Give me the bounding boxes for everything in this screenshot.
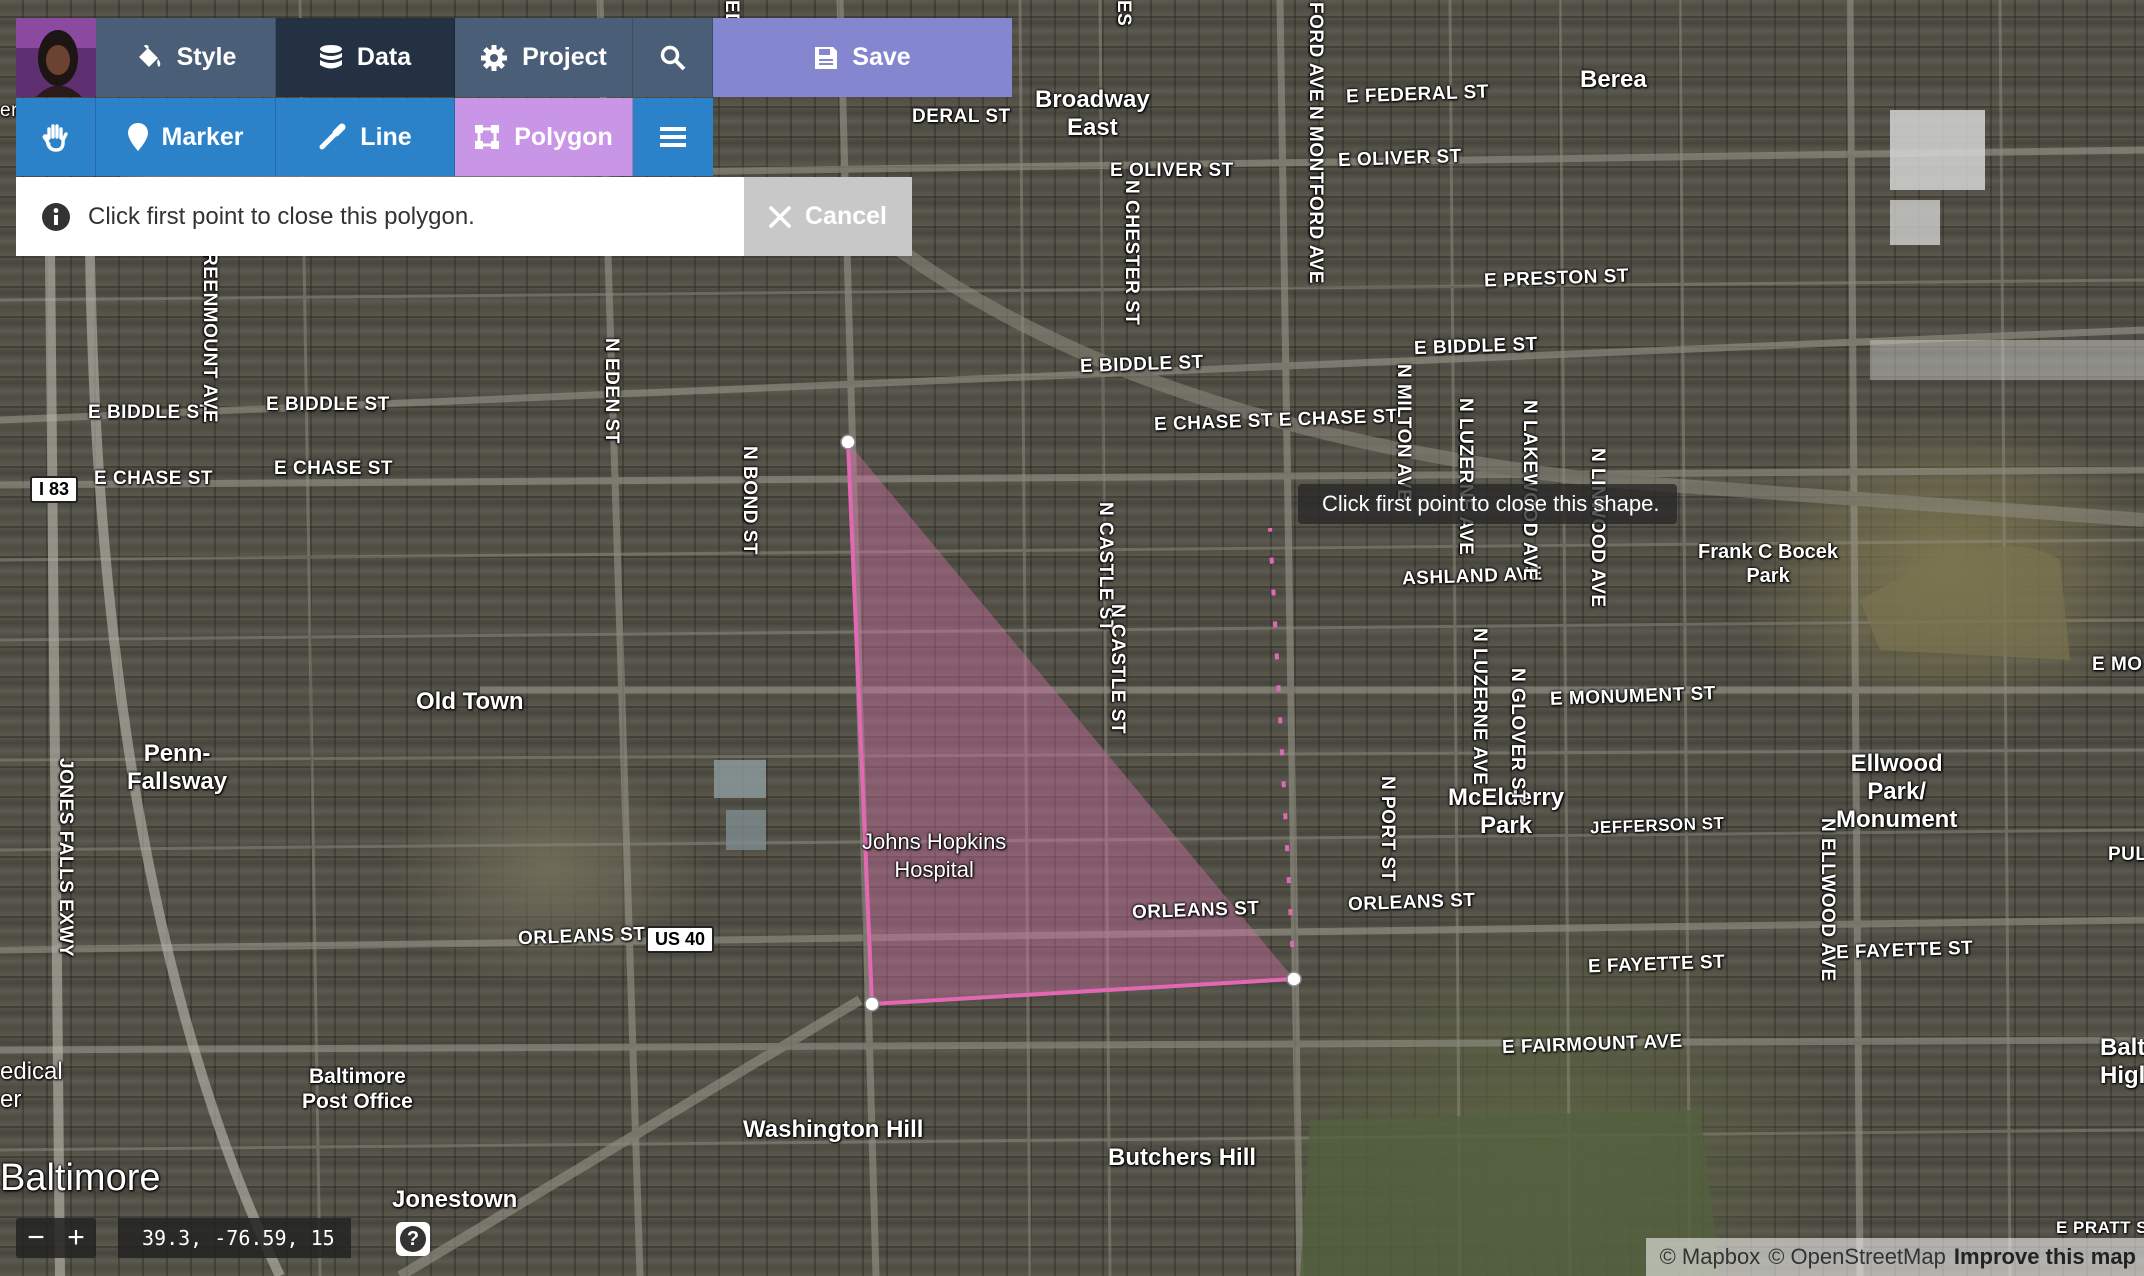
place-label: Penn- Fallsway xyxy=(127,740,228,795)
street-label: ORLEANS ST xyxy=(1131,897,1260,924)
style-button[interactable]: Style xyxy=(96,18,276,97)
polygon-tool-label: Polygon xyxy=(514,122,613,151)
street-label: ORLEANS ST xyxy=(1347,889,1476,916)
street-label: ORLEANS ST xyxy=(517,923,646,950)
place-label: Ellwood Park/ Monument xyxy=(1836,750,1958,833)
avatar[interactable] xyxy=(16,18,96,97)
interstate-shield: I 83 xyxy=(30,476,79,503)
help-button[interactable]: ? xyxy=(396,1222,430,1256)
street-label: N BOND ST xyxy=(739,446,760,555)
zoom-in-button[interactable]: + xyxy=(56,1218,96,1258)
menu-button[interactable] xyxy=(633,98,713,176)
project-button[interactable]: Project xyxy=(455,18,633,97)
close-icon xyxy=(769,205,791,228)
save-button[interactable]: Save xyxy=(713,18,1012,97)
coordinates-readout: 39.3, -76.59, 15 xyxy=(118,1218,351,1258)
polygon-tool-button[interactable]: Polygon xyxy=(455,98,633,176)
line-tool-label: Line xyxy=(360,122,412,151)
vertex-handle xyxy=(864,996,880,1012)
street-label: E BIDDLE ST xyxy=(88,402,212,423)
cancel-button-label: Cancel xyxy=(805,202,887,230)
info-icon xyxy=(42,202,70,231)
street-label: FORD AVE xyxy=(1305,2,1326,103)
vertex-handle xyxy=(840,434,856,450)
street-label: N MONTFORD AVE xyxy=(1305,106,1326,284)
street-label: N CASTLE ST xyxy=(1107,604,1128,735)
marker-pin-icon xyxy=(127,123,148,151)
street-label: JONES FALLS EXWY xyxy=(55,758,76,958)
street-label: E BIDDLE ST xyxy=(266,394,390,415)
street-label: N MILTON AVE xyxy=(1393,364,1414,503)
search-button[interactable] xyxy=(633,18,713,97)
street-label: E CHASE ST xyxy=(274,458,394,479)
avatar-image xyxy=(16,18,96,97)
help-icon: ? xyxy=(400,1226,426,1252)
place-label: Johns Hopkins Hospital xyxy=(862,829,1007,882)
database-icon xyxy=(319,44,342,68)
save-button-label: Save xyxy=(852,43,911,71)
line-tool-button[interactable]: Line xyxy=(276,98,455,176)
street-label: N LINWOOD AVE xyxy=(1587,448,1608,608)
save-disk-icon xyxy=(815,46,838,69)
zoom-out-button[interactable]: − xyxy=(16,1218,56,1258)
data-button-label: Data xyxy=(356,43,412,71)
street-label: N EDEN ST xyxy=(601,338,622,444)
place-label: Old Town xyxy=(416,688,524,715)
street-label: E BIDDLE ST xyxy=(1079,351,1205,378)
gear-icon xyxy=(481,44,508,71)
osm-attribution-link[interactable]: © OpenStreetMap xyxy=(1768,1238,1946,1276)
draw-tooltip: Click first point to close this shape. xyxy=(1298,484,1678,524)
place-label: Balt Higl xyxy=(2100,1034,2144,1089)
street-label: E PRATT S xyxy=(2056,1218,2144,1237)
street-label: N LUZERNE AVE xyxy=(1455,398,1476,556)
draw-hint-bar: Click first point to close this polygon. xyxy=(16,177,744,256)
place-label: edical er xyxy=(0,1058,63,1113)
hand-icon xyxy=(41,124,68,152)
project-button-label: Project xyxy=(522,43,607,71)
zoom-control: − + xyxy=(16,1218,96,1258)
place-label: Baltimore Post Office xyxy=(302,1065,413,1113)
place-label: Frank C Bocek Park xyxy=(1698,541,1839,587)
marker-tool-label: Marker xyxy=(161,122,244,151)
street-label: N LUZERNE AVE xyxy=(1469,628,1490,786)
draw-hint-text: Click first point to close this polygon. xyxy=(88,202,475,230)
data-button[interactable]: Data xyxy=(276,18,455,97)
editor-toolbar: Style Data Project Save Marker Line Poly… xyxy=(16,18,1212,256)
place-label: Berea xyxy=(1580,66,1647,93)
line-pencil-icon xyxy=(319,123,346,150)
place-label: Baltimore xyxy=(0,1157,161,1199)
street-label: N PORT ST xyxy=(1377,776,1398,882)
street-label: N GLOVER ST xyxy=(1507,668,1528,803)
place-label: Jonestown xyxy=(392,1186,518,1213)
place-label: Butchers Hill xyxy=(1108,1144,1257,1171)
cancel-button[interactable]: Cancel xyxy=(744,177,912,256)
street-label: PUL xyxy=(2108,844,2144,865)
pan-tool-button[interactable] xyxy=(16,98,96,176)
map-attribution: © Mapbox © OpenStreetMap Improve this ma… xyxy=(1645,1238,2144,1276)
street-label: E OLIVER ST xyxy=(1337,145,1463,172)
street-label: N ELLWOOD AVE xyxy=(1817,818,1838,982)
vertex-handle xyxy=(1286,971,1302,987)
paint-bucket-icon xyxy=(138,44,160,67)
street-label: E CHASE ST xyxy=(94,468,214,489)
mapbox-attribution-link[interactable]: © Mapbox xyxy=(1660,1238,1761,1276)
street-label: E MO xyxy=(2092,654,2143,675)
street-label: E BIDDLE ST xyxy=(1413,333,1539,360)
marker-tool-button[interactable]: Marker xyxy=(96,98,276,176)
us-route-shield: US 40 xyxy=(646,926,715,953)
menu-icon xyxy=(660,127,686,147)
search-icon xyxy=(660,45,685,70)
street-label: REENMOUNT AVE xyxy=(199,252,220,424)
polygon-icon xyxy=(475,125,500,149)
improve-map-link[interactable]: Improve this map xyxy=(1954,1238,2136,1276)
place-label: Washington Hill xyxy=(743,1116,924,1143)
style-button-label: Style xyxy=(176,43,237,71)
